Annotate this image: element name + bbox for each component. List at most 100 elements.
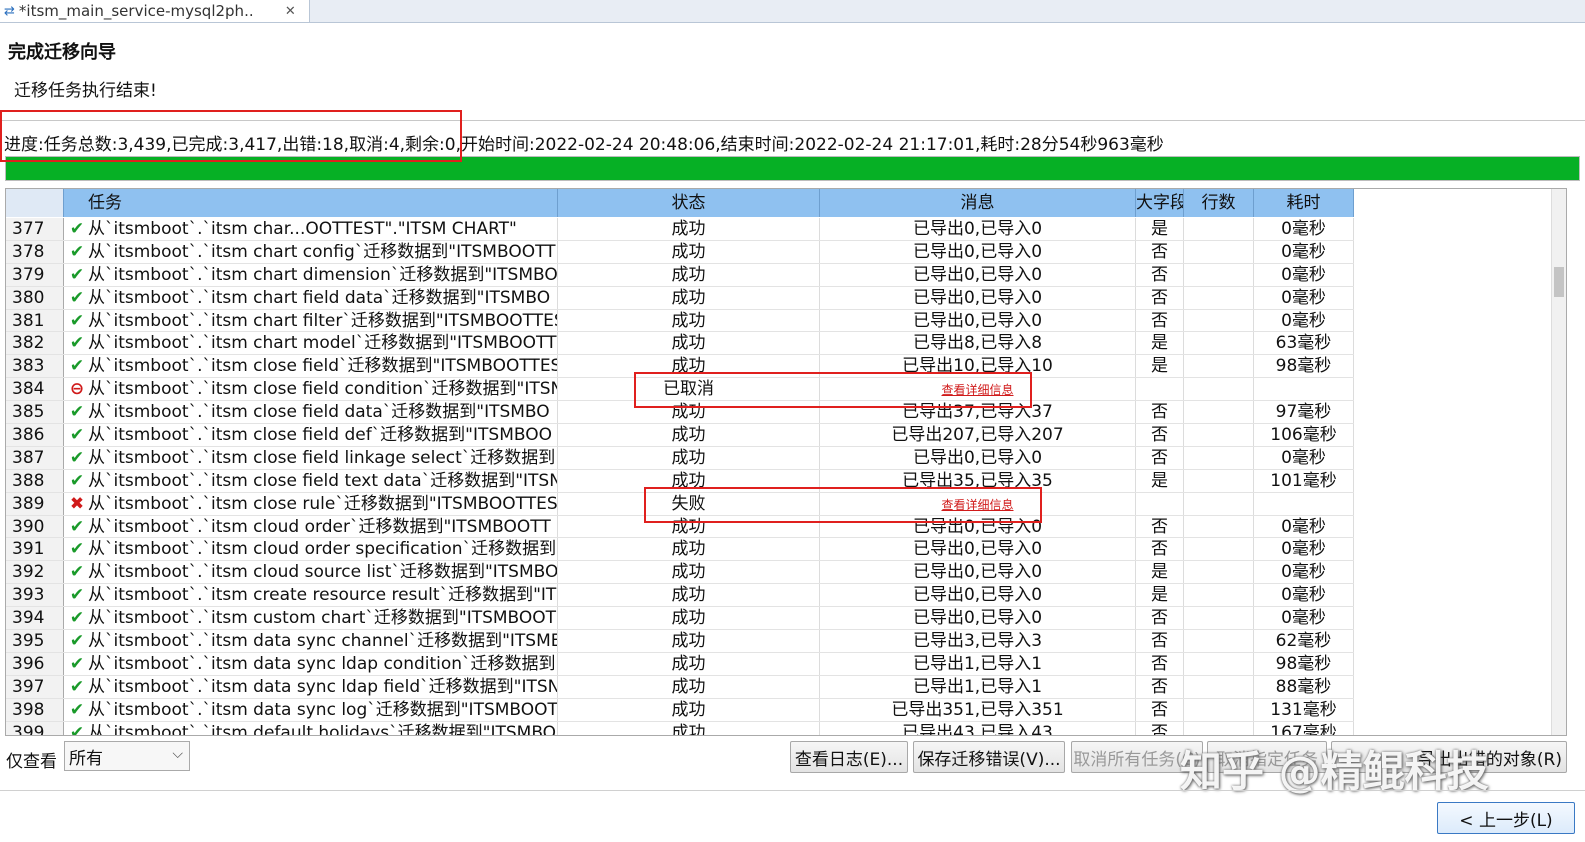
- header-row-number: [6, 189, 64, 217]
- message-text: 已导出1,已导入1: [912, 676, 1043, 697]
- wizard-title: 完成迁移向导: [8, 42, 116, 63]
- table-row[interactable]: 377 ✔ 从`itsmboot`.`itsm char...OOTTEST"."I…: [6, 218, 1354, 241]
- task-text: 从`itsmboot`.`itsm chart dimension`迁移数据到"…: [88, 264, 558, 285]
- row-number: 381: [6, 309, 64, 332]
- task-cell: ✔ 从`itsmboot`.`itsm close field def`迁移数据到…: [64, 424, 558, 446]
- header-row-count[interactable]: 行数: [1184, 189, 1254, 217]
- header-status[interactable]: 状态: [558, 189, 820, 217]
- header-message[interactable]: 消息: [820, 189, 1136, 217]
- message-cell: 已导出1,已导入1: [820, 675, 1136, 698]
- status-cell: 成功: [558, 721, 820, 735]
- save-errors-button[interactable]: 保存迁移错误(V)...: [913, 741, 1065, 773]
- elapsed-cell: 0毫秒: [1254, 218, 1354, 240]
- task-cell: ⊖ 从`itsmboot`.`itsm close field condition…: [64, 378, 558, 401]
- footer-divider: [0, 790, 1585, 791]
- table-body: 377 ✔ 从`itsmboot`.`itsm char...OOTTEST"."I…: [6, 218, 1354, 735]
- row-number: 377: [6, 218, 64, 240]
- success-check-icon: ✔: [69, 631, 85, 652]
- message-text: 已导出1,已导入1: [912, 653, 1043, 674]
- status-cell: 成功: [558, 263, 820, 286]
- table-row[interactable]: 386 ✔ 从`itsmboot`.`itsm close field def`迁移…: [6, 424, 1354, 447]
- chevron-down-icon: ⌵: [172, 746, 183, 762]
- elapsed-cell: 131毫秒: [1254, 698, 1354, 721]
- row-number: 395: [6, 630, 64, 652]
- row-count-cell: [1184, 263, 1254, 286]
- status-cell: 成功: [558, 698, 820, 721]
- task-cell: ✔ 从`itsmboot`.`itsm cloud order`迁移数据到"ITS…: [64, 515, 558, 538]
- elapsed-cell: 0毫秒: [1254, 607, 1354, 630]
- status-cell: 成功: [558, 607, 820, 630]
- status-cell: 成功: [558, 286, 820, 309]
- task-text: 从`itsmboot`.`itsm close field data`迁移数据到…: [88, 402, 550, 423]
- row-number: 391: [6, 538, 64, 561]
- status-cell: 成功: [558, 652, 820, 675]
- task-text: 从`itsmboot`.`itsm cloud order`迁移数据到"ITSM…: [88, 516, 551, 537]
- filter-value: 所有: [69, 748, 103, 769]
- status-cell: 成功: [558, 630, 820, 652]
- success-check-icon: ✔: [69, 219, 85, 239]
- table-row[interactable]: 392 ✔ 从`itsmboot`.`itsm cloud source list`…: [6, 561, 1354, 585]
- filter-dropdown[interactable]: 所有 ⌵: [64, 741, 190, 771]
- message-cell: 已导出0,已导入0: [820, 446, 1136, 469]
- big-field-cell: [1136, 492, 1184, 515]
- table-row[interactable]: 396 ✔ 从`itsmboot`.`itsm data sync ldap con…: [6, 652, 1354, 676]
- elapsed-cell: 0毫秒: [1254, 515, 1354, 538]
- task-text: 从`itsmboot`.`itsm char...OOTTEST"."ITSM …: [88, 219, 517, 239]
- success-check-icon: ✔: [69, 310, 85, 331]
- table-row[interactable]: 387 ✔ 从`itsmboot`.`itsm close field linkag…: [6, 446, 1354, 470]
- row-count-cell: [1184, 424, 1254, 446]
- elapsed-cell: 101毫秒: [1254, 469, 1354, 492]
- big-field-cell: 否: [1136, 698, 1184, 721]
- highlight-box-progress: [0, 110, 462, 162]
- message-cell: 已导出0,已导入0: [820, 263, 1136, 286]
- success-check-icon: ✔: [69, 699, 85, 720]
- editor-tab[interactable]: ⇄ *itsm_main_service-mysql2ph.. ✕: [0, 0, 310, 22]
- table-row[interactable]: 378 ✔ 从`itsmboot`.`itsm chart config`迁移数据到…: [6, 240, 1354, 264]
- task-cell: ✖ 从`itsmboot`.`itsm close rule`迁移数据到"ITSM…: [64, 492, 558, 515]
- big-field-cell: 否: [1136, 263, 1184, 286]
- vertical-scrollbar[interactable]: [1551, 189, 1566, 735]
- row-count-cell: [1184, 218, 1254, 240]
- elapsed-cell: 0毫秒: [1254, 309, 1354, 332]
- header-elapsed[interactable]: 耗时: [1254, 189, 1354, 217]
- table-row[interactable]: 382 ✔ 从`itsmboot`.`itsm chart model`迁移数据到"…: [6, 332, 1354, 356]
- message-cell: 已导出0,已导入0: [820, 538, 1136, 561]
- table-row[interactable]: 398 ✔ 从`itsmboot`.`itsm data sync log`迁移数据…: [6, 698, 1354, 722]
- back-button[interactable]: < 上一步(L): [1437, 802, 1575, 834]
- success-check-icon: ✔: [69, 470, 85, 491]
- elapsed-cell: 62毫秒: [1254, 630, 1354, 652]
- status-cell: 成功: [558, 538, 820, 561]
- task-text: 从`itsmboot`.`itsm chart field data`迁移数据到…: [88, 287, 551, 308]
- message-text: 已导出351,已导入351: [891, 699, 1064, 720]
- close-icon[interactable]: ✕: [285, 4, 296, 19]
- table-row[interactable]: 380 ✔ 从`itsmboot`.`itsm chart field data`迁…: [6, 286, 1354, 310]
- task-text: 从`itsmboot`.`itsm close field`迁移数据到"ITSM…: [88, 356, 558, 377]
- task-cell: ✔ 从`itsmboot`.`itsm char...OOTTEST"."ITSM…: [64, 218, 558, 240]
- table-row[interactable]: 393 ✔ 从`itsmboot`.`itsm create resource re…: [6, 584, 1354, 608]
- row-number: 398: [6, 698, 64, 721]
- task-cell: ✔ 从`itsmboot`.`itsm close field data`迁移数据…: [64, 401, 558, 424]
- table-row[interactable]: 395 ✔ 从`itsmboot`.`itsm data sync channel`…: [6, 630, 1354, 653]
- elapsed-cell: 0毫秒: [1254, 584, 1354, 607]
- task-cell: ✔ 从`itsmboot`.`itsm close field linkage s…: [64, 446, 558, 469]
- view-log-button[interactable]: 查看日志(E)...: [790, 741, 908, 773]
- scrollbar-thumb[interactable]: [1554, 267, 1564, 297]
- row-number: 396: [6, 652, 64, 675]
- elapsed-cell: 167毫秒: [1254, 721, 1354, 735]
- table-row[interactable]: 397 ✔ 从`itsmboot`.`itsm data sync ldap fie…: [6, 675, 1354, 699]
- table-row[interactable]: 394 ✔ 从`itsmboot`.`itsm custom chart`迁移数据到…: [6, 607, 1354, 631]
- table-row[interactable]: 399 ✔ 从`itsmboot`.`itsm default holidays`迁…: [6, 721, 1354, 735]
- table-row[interactable]: 379 ✔ 从`itsmboot`.`itsm chart dimension`迁移…: [6, 263, 1354, 287]
- table-row[interactable]: 391 ✔ 从`itsmboot`.`itsm cloud order specif…: [6, 538, 1354, 562]
- task-text: 从`itsmboot`.`itsm close field condition`…: [88, 379, 558, 400]
- task-text: 从`itsmboot`.`itsm close field def`迁移数据到"…: [88, 425, 552, 446]
- migration-task-table[interactable]: 任务 状态 消息 大字段 行数 耗时 377 ✔ 从`itsmboot`.`itsm…: [5, 188, 1567, 736]
- header-task[interactable]: 任务: [64, 189, 558, 217]
- elapsed-cell: 63毫秒: [1254, 332, 1354, 355]
- elapsed-cell: 98毫秒: [1254, 355, 1354, 378]
- header-big-field[interactable]: 大字段: [1136, 189, 1184, 217]
- task-cell: ✔ 从`itsmboot`.`itsm create resource resul…: [64, 584, 558, 607]
- row-count-cell: [1184, 355, 1254, 378]
- table-row[interactable]: 381 ✔ 从`itsmboot`.`itsm chart filter`迁移数据到…: [6, 309, 1354, 333]
- elapsed-cell: 0毫秒: [1254, 240, 1354, 263]
